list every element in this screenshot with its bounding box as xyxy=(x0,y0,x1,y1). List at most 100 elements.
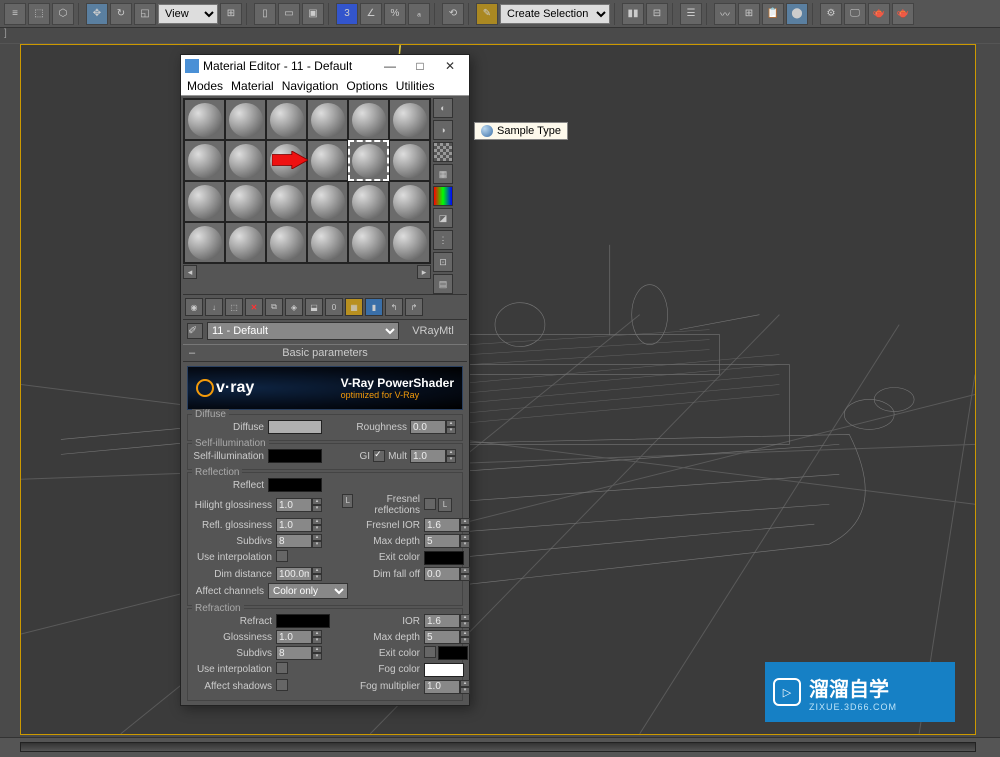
curve-editor[interactable]: 〰 xyxy=(714,3,736,25)
reset-map-button[interactable]: ✕ xyxy=(245,298,263,316)
sample-slot[interactable] xyxy=(225,181,266,222)
material-name-field[interactable]: 11 - Default xyxy=(207,322,399,340)
sample-slot[interactable] xyxy=(389,181,430,222)
sample-slot[interactable] xyxy=(266,99,307,140)
window-titlebar[interactable]: Material Editor - 11 - Default — □ ✕ xyxy=(181,55,469,77)
make-copy-button[interactable]: ⧉ xyxy=(265,298,283,316)
material-editor-button[interactable]: ⬤ xyxy=(786,3,808,25)
affect-channels-select[interactable]: Color only xyxy=(268,583,348,599)
backlight-button[interactable]: ◑ xyxy=(433,120,453,140)
refr-exit-swatch[interactable] xyxy=(438,646,468,660)
show-end-result[interactable]: ▮ xyxy=(365,298,383,316)
fresnel-checkbox[interactable] xyxy=(424,498,436,510)
fog-multiplier-spinner[interactable]: ▴▾ xyxy=(424,680,472,694)
affect-shadows-checkbox[interactable] xyxy=(276,679,288,691)
layers-button[interactable]: ☰ xyxy=(680,3,702,25)
make-unique-button[interactable]: ◈ xyxy=(285,298,303,316)
pivot-button[interactable]: ⊞ xyxy=(220,3,242,25)
go-forward-button[interactable]: ↱ xyxy=(405,298,423,316)
selection-set-dropdown[interactable]: Create Selection Set xyxy=(500,4,610,24)
refr-subdivs-spinner[interactable]: ▴▾ xyxy=(276,646,324,660)
minimize-button[interactable]: — xyxy=(375,56,405,76)
sample-slot[interactable] xyxy=(389,99,430,140)
move-tool[interactable]: ✥ xyxy=(86,3,108,25)
gi-checkbox[interactable] xyxy=(373,450,385,462)
make-preview-button[interactable]: ◪ xyxy=(433,208,453,228)
sample-slot[interactable] xyxy=(307,222,348,263)
subdivs-spinner[interactable]: ▴▾ xyxy=(276,534,324,548)
toolbar-button[interactable]: 📋 xyxy=(762,3,784,25)
get-material-button[interactable]: ◉ xyxy=(185,298,203,316)
fog-color-swatch[interactable] xyxy=(424,663,464,677)
sample-slot[interactable] xyxy=(225,99,266,140)
refract-swatch[interactable] xyxy=(276,614,330,628)
sample-slot[interactable] xyxy=(184,99,225,140)
roughness-spinner[interactable]: ▴▾ xyxy=(410,420,458,434)
scale-tool[interactable]: ◱ xyxy=(134,3,156,25)
material-type-button[interactable]: VRayMtl xyxy=(403,325,463,337)
sample-slot[interactable] xyxy=(225,140,266,181)
lock-button[interactable]: L xyxy=(342,494,353,508)
reference-coord-dropdown[interactable]: View xyxy=(158,4,218,24)
sample-type-button[interactable]: ◐ xyxy=(433,98,453,118)
assign-to-selection[interactable]: ⬚ xyxy=(225,298,243,316)
sample-slot[interactable] xyxy=(307,181,348,222)
video-color-check[interactable] xyxy=(433,186,453,206)
put-to-scene-button[interactable]: ↓ xyxy=(205,298,223,316)
schematic-view[interactable]: ⊞ xyxy=(738,3,760,25)
toolbar-button[interactable]: ▭ xyxy=(278,3,300,25)
close-button[interactable]: ✕ xyxy=(435,56,465,76)
spinner-snap[interactable]: ₐ xyxy=(408,3,430,25)
refr-max-depth-spinner[interactable]: ▴▾ xyxy=(424,630,472,644)
put-to-library[interactable]: ⬓ xyxy=(305,298,323,316)
sample-slot[interactable] xyxy=(307,140,348,181)
align-tool[interactable]: ⊟ xyxy=(646,3,668,25)
refl-gloss-spinner[interactable]: ▴▾ xyxy=(276,518,324,532)
toolbar-button[interactable]: ▣ xyxy=(302,3,324,25)
dim-distance-spinner[interactable]: ▴▾ xyxy=(276,567,324,581)
show-map-button[interactable]: ▦ xyxy=(345,298,363,316)
sample-slot[interactable] xyxy=(348,181,389,222)
toolbar-button[interactable]: ▯ xyxy=(254,3,276,25)
dim-falloff-spinner[interactable]: ▴▾ xyxy=(424,567,472,581)
angle-snap[interactable]: ∠ xyxy=(360,3,382,25)
perspective-viewport[interactable] xyxy=(20,44,976,735)
sample-slot[interactable] xyxy=(266,181,307,222)
use-interp-checkbox[interactable] xyxy=(276,550,288,562)
toolbar-button[interactable]: ≡ xyxy=(4,3,26,25)
render-production[interactable]: 🫖 xyxy=(892,3,914,25)
options-button[interactable]: ⋮ xyxy=(433,230,453,250)
scroll-left[interactable]: ◂ xyxy=(183,265,197,279)
menu-navigation[interactable]: Navigation xyxy=(282,79,339,93)
sample-slot[interactable] xyxy=(307,99,348,140)
ior-spinner[interactable]: ▴▾ xyxy=(424,614,472,628)
sample-slot[interactable] xyxy=(389,222,430,263)
sample-slot-selected[interactable] xyxy=(348,140,389,181)
material-map-navigator[interactable]: ▤ xyxy=(433,274,453,294)
sample-slot[interactable] xyxy=(184,140,225,181)
fresnel-ior-spinner[interactable]: ▴▾ xyxy=(424,518,472,532)
menu-options[interactable]: Options xyxy=(346,79,387,93)
toolbar-button[interactable]: ⟲ xyxy=(442,3,464,25)
rotate-tool[interactable]: ↻ xyxy=(110,3,132,25)
reflect-swatch[interactable] xyxy=(268,478,322,492)
maximize-button[interactable]: □ xyxy=(405,56,435,76)
max-depth-spinner[interactable]: ▴▾ xyxy=(424,534,472,548)
select-tool[interactable]: ⬚ xyxy=(28,3,50,25)
refr-exit-checkbox[interactable] xyxy=(424,646,436,658)
timeline-bar[interactable] xyxy=(0,737,1000,757)
exit-color-swatch[interactable] xyxy=(424,551,464,565)
mirror-tool[interactable]: ▮▮ xyxy=(622,3,644,25)
sample-slot[interactable] xyxy=(225,222,266,263)
menu-material[interactable]: Material xyxy=(231,79,274,93)
mult-spinner[interactable]: ▴▾ xyxy=(410,449,458,463)
fresnel-lock[interactable]: L xyxy=(438,498,452,512)
refr-use-interp-checkbox[interactable] xyxy=(276,662,288,674)
select-by-material[interactable]: ⊡ xyxy=(433,252,453,272)
diffuse-swatch[interactable] xyxy=(268,420,322,434)
sample-slot[interactable] xyxy=(184,222,225,263)
render-button[interactable]: 🫖 xyxy=(868,3,890,25)
menu-modes[interactable]: Modes xyxy=(187,79,223,93)
render-setup[interactable]: ⚙ xyxy=(820,3,842,25)
lasso-tool[interactable]: ⬡ xyxy=(52,3,74,25)
